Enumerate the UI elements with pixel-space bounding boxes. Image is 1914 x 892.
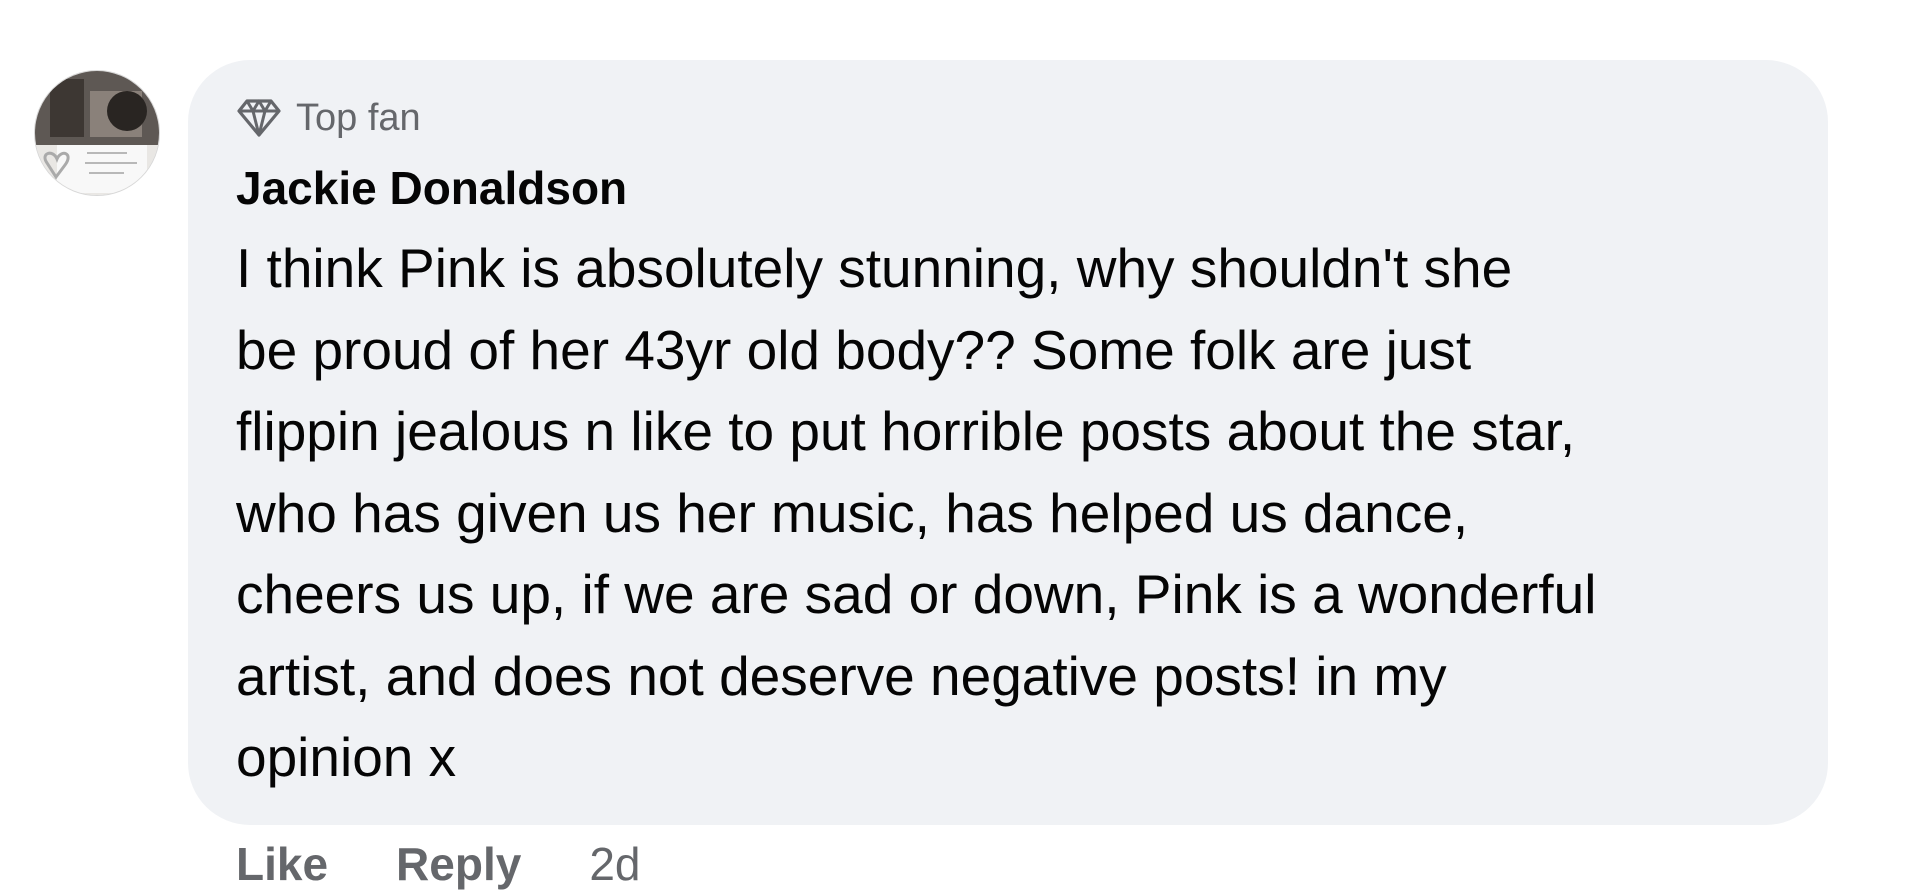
avatar-image (35, 71, 159, 195)
comment-actions: Like Reply 2d (236, 836, 640, 892)
comment-text-line: be proud of her 43yr old body?? Some fol… (236, 318, 1472, 381)
top-fan-badge: Top fan (236, 94, 421, 142)
comment-text-line: artist, and does not deserve negative po… (236, 644, 1447, 707)
avatar[interactable] (34, 70, 160, 196)
comment-text-line: cheers us up, if we are sad or down, Pin… (236, 563, 1597, 625)
comment-text-line: flippin jealous n like to put horrible p… (236, 400, 1576, 462)
diamond-icon (236, 97, 282, 139)
top-fan-label: Top fan (296, 97, 421, 139)
comment-text: I think Pink is absolutely stunning, why… (236, 228, 1796, 799)
comment-text-line: who has given us her music, has helped u… (236, 481, 1469, 544)
reply-button[interactable]: Reply (396, 836, 521, 892)
like-button[interactable]: Like (236, 836, 328, 892)
comment-text-line: I think Pink is absolutely stunning, why… (236, 237, 1513, 299)
timestamp[interactable]: 2d (589, 836, 640, 892)
comment: Top fan Jackie Donaldson I think Pink is… (0, 0, 1914, 892)
comment-text-line: opinion x (236, 726, 457, 788)
comment-author[interactable]: Jackie Donaldson (236, 160, 627, 216)
